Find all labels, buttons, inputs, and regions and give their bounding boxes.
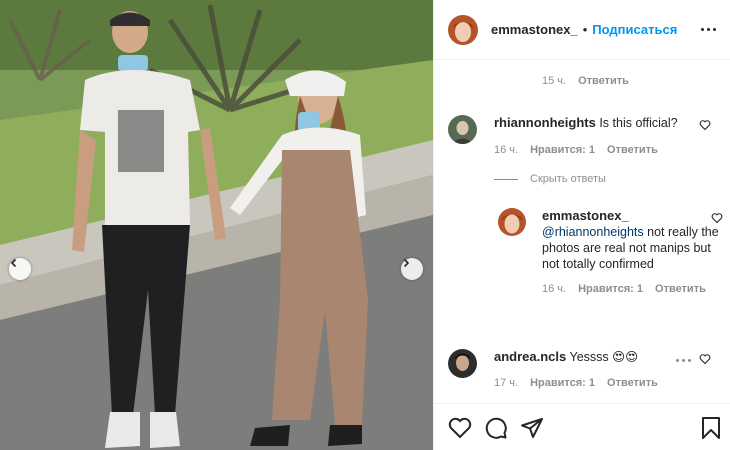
hide-replies-toggle[interactable]: Скрыть ответы bbox=[494, 173, 606, 185]
comment-meta: 17 ч. Нравится: 1 Ответить bbox=[494, 375, 723, 391]
chevron-left-icon bbox=[10, 258, 17, 268]
comment-time: 17 ч. bbox=[494, 377, 519, 389]
caption-meta: 15 ч. Ответить bbox=[542, 75, 629, 87]
comment-reply-button[interactable]: Ответить bbox=[607, 142, 658, 158]
avatar[interactable] bbox=[498, 208, 526, 236]
bookmark-icon[interactable] bbox=[700, 416, 722, 440]
comment-item: andrea.ncls Yessss 😍😍 17 ч. Нравится: 1 … bbox=[448, 349, 723, 391]
carousel-next-button[interactable] bbox=[401, 258, 423, 280]
comment-meta: 16 ч. Нравится: 1 Ответить bbox=[494, 142, 723, 158]
comment-text: Is this official? bbox=[599, 116, 678, 130]
post-author-username[interactable]: emmastonex_ bbox=[491, 22, 578, 37]
reply-username[interactable]: emmastonex_ bbox=[542, 208, 629, 223]
comment-time: 16 ч. bbox=[494, 144, 519, 156]
post-side-panel: emmastonex_ • Подписаться 15 ч. Ответить… bbox=[433, 0, 730, 450]
comment-more-icon[interactable] bbox=[676, 359, 691, 362]
heart-icon[interactable] bbox=[699, 119, 711, 131]
separator-dot: • bbox=[582, 22, 588, 37]
chevron-right-icon bbox=[403, 258, 410, 268]
reply-likes[interactable]: Нравится: 1 bbox=[578, 281, 643, 297]
comment-username[interactable]: andrea.ncls bbox=[494, 349, 566, 364]
avatar[interactable] bbox=[448, 14, 478, 45]
avatar[interactable] bbox=[448, 115, 477, 144]
comment-reply-button[interactable]: Ответить bbox=[607, 375, 658, 391]
heart-icon[interactable] bbox=[711, 212, 723, 224]
action-bar bbox=[434, 403, 730, 450]
comment-icon[interactable] bbox=[484, 416, 508, 440]
heart-icon[interactable] bbox=[699, 353, 711, 365]
reply-meta: 16 ч. Нравится: 1 Ответить bbox=[542, 281, 723, 297]
follow-button[interactable]: Подписаться bbox=[592, 22, 677, 37]
share-icon[interactable] bbox=[520, 416, 544, 440]
post-header: emmastonex_ • Подписаться bbox=[434, 0, 730, 60]
comment-text: Yessss 😍😍 bbox=[569, 350, 639, 364]
reply-item: emmastonex_ @rhiannonheights not really … bbox=[498, 208, 723, 297]
hide-replies-label: Скрыть ответы bbox=[530, 173, 606, 185]
reply-reply-button[interactable]: Ответить bbox=[655, 281, 706, 297]
photo-illustration bbox=[0, 0, 433, 450]
reply-time: 16 ч. bbox=[542, 283, 567, 295]
comment-likes[interactable]: Нравится: 1 bbox=[530, 375, 595, 391]
reply-mention[interactable]: @rhiannonheights bbox=[542, 225, 644, 239]
comment-likes[interactable]: Нравится: 1 bbox=[530, 142, 595, 158]
avatar[interactable] bbox=[448, 349, 477, 378]
post-photo bbox=[0, 0, 433, 450]
caption-time: 15 ч. bbox=[542, 75, 567, 87]
more-icon[interactable] bbox=[701, 28, 716, 31]
heart-icon[interactable] bbox=[448, 416, 472, 440]
comment-username[interactable]: rhiannonheights bbox=[494, 115, 596, 130]
carousel-prev-button[interactable] bbox=[9, 258, 31, 280]
caption-reply-button[interactable]: Ответить bbox=[578, 75, 629, 87]
comment-item: rhiannonheights Is this official? 16 ч. … bbox=[448, 115, 723, 158]
divider bbox=[494, 178, 518, 180]
